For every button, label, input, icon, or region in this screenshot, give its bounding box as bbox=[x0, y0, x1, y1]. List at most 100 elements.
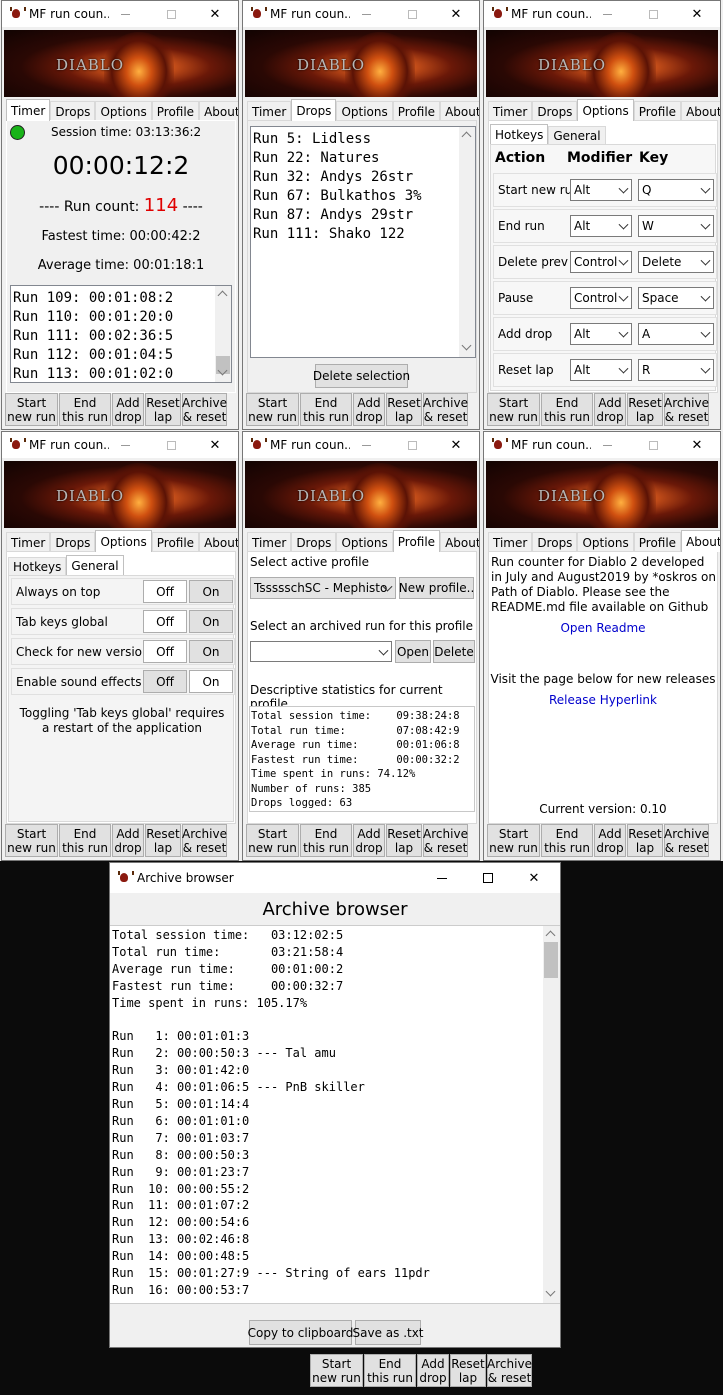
minimize-button[interactable] bbox=[346, 432, 386, 458]
minimize-button[interactable] bbox=[422, 863, 462, 893]
hotkey-modifier-select[interactable]: Alt bbox=[570, 359, 632, 381]
reset-lap-button[interactable]: Reset lap bbox=[386, 393, 422, 426]
hotkey-key-select[interactable]: Delete bbox=[638, 251, 714, 273]
hotkey-modifier-select[interactable]: Control bbox=[570, 287, 632, 309]
tab-profile[interactable]: Profile bbox=[633, 532, 682, 552]
tab-drops[interactable]: Drops bbox=[50, 532, 96, 552]
active-profile-select[interactable]: TssssschSC - Mephisto bbox=[250, 577, 396, 599]
tab-timer[interactable]: Timer bbox=[488, 101, 533, 121]
close-button[interactable]: ✕ bbox=[677, 432, 717, 458]
drop-list-item[interactable]: Run 87: Andys 29str bbox=[253, 206, 422, 225]
tab-about[interactable]: About bbox=[199, 101, 238, 121]
close-button[interactable]: ✕ bbox=[514, 863, 554, 893]
tab-drops[interactable]: Drops bbox=[291, 99, 337, 121]
maximize-button[interactable] bbox=[633, 432, 673, 458]
hotkey-key-select[interactable]: W bbox=[638, 215, 714, 237]
minimize-button[interactable] bbox=[105, 1, 145, 27]
reset-lap-button[interactable]: Reset lap bbox=[627, 393, 663, 426]
hotkey-key-select[interactable]: R bbox=[638, 359, 714, 381]
scroll-down-icon[interactable] bbox=[461, 340, 472, 351]
hotkey-modifier-select[interactable]: Alt bbox=[570, 215, 632, 237]
end-this-run-button[interactable]: End this run bbox=[59, 824, 111, 857]
delete-button[interactable]: Delete bbox=[433, 640, 475, 663]
minimize-button[interactable] bbox=[105, 432, 145, 458]
tab-drops[interactable]: Drops bbox=[532, 532, 578, 552]
add-drop-button[interactable]: Add drop bbox=[353, 824, 385, 857]
tab-options[interactable]: Options bbox=[95, 530, 152, 552]
run-list-item[interactable]: Run 111: 00:02:36:5 bbox=[13, 327, 173, 346]
archive-reset-button[interactable]: Archive & reset bbox=[664, 824, 709, 857]
tab-about[interactable]: About bbox=[681, 101, 720, 121]
tab-about[interactable]: About bbox=[681, 530, 720, 552]
setting-off-button[interactable]: Off bbox=[143, 640, 187, 663]
scroll-down-icon[interactable] bbox=[545, 1286, 556, 1297]
maximize-button[interactable] bbox=[392, 1, 432, 27]
maximize-button[interactable] bbox=[633, 1, 673, 27]
archive-scrollbar[interactable] bbox=[543, 926, 560, 1303]
run-list[interactable]: Run 109: 00:01:08:2 Run 110: 00:01:20:0 Ru… bbox=[10, 285, 232, 383]
tab-profile[interactable]: Profile bbox=[392, 101, 441, 121]
tab-drops[interactable]: Drops bbox=[532, 101, 578, 121]
title-bar[interactable]: MF run coun... ✕ bbox=[484, 432, 720, 458]
add-drop-button[interactable]: Add drop bbox=[353, 393, 385, 426]
hotkey-modifier-select[interactable]: Alt bbox=[570, 179, 632, 201]
start-new-run-button[interactable]: Start new run bbox=[246, 824, 299, 857]
add-drop-button[interactable]: Add drop bbox=[112, 824, 144, 857]
open-button[interactable]: Open bbox=[395, 640, 431, 663]
drop-list-item[interactable]: Run 5: Lidless bbox=[253, 130, 422, 149]
tab-drops[interactable]: Drops bbox=[291, 532, 337, 552]
run-list-scrollbar[interactable] bbox=[215, 286, 231, 382]
release-hyperlink[interactable]: Release Hyperlink bbox=[489, 693, 717, 707]
end-this-run-button[interactable]: End this run bbox=[364, 1354, 416, 1387]
tab-options[interactable]: Options bbox=[336, 101, 393, 121]
archive-reset-button[interactable]: Archive & reset bbox=[487, 1354, 532, 1387]
tab-about[interactable]: About bbox=[440, 532, 479, 552]
drop-list-item[interactable]: Run 67: Bulkathos 3% bbox=[253, 187, 422, 206]
tab-timer[interactable]: Timer bbox=[247, 532, 292, 552]
drop-list-item[interactable]: Run 111: Shako 122 bbox=[253, 225, 422, 244]
drop-list-item[interactable]: Run 22: Natures bbox=[253, 149, 422, 168]
close-button[interactable]: ✕ bbox=[436, 1, 476, 27]
start-new-run-button[interactable]: Start new run bbox=[5, 824, 58, 857]
setting-off-button[interactable]: Off bbox=[143, 580, 187, 603]
new-profile-button[interactable]: New profile.. bbox=[399, 577, 474, 599]
drops-list-scrollbar[interactable] bbox=[459, 127, 475, 357]
scroll-up-icon[interactable] bbox=[217, 290, 228, 301]
subtab-hotkeys[interactable]: Hotkeys bbox=[490, 124, 549, 144]
archive-reset-button[interactable]: Archive & reset bbox=[182, 824, 227, 857]
hotkey-key-select[interactable]: Q bbox=[638, 179, 714, 201]
setting-on-button[interactable]: On bbox=[189, 580, 233, 603]
setting-on-button[interactable]: On bbox=[189, 670, 233, 693]
end-this-run-button[interactable]: End this run bbox=[541, 393, 593, 426]
tab-profile[interactable]: Profile bbox=[392, 530, 441, 552]
hotkey-modifier-select[interactable]: Control bbox=[570, 251, 632, 273]
tab-timer[interactable]: Timer bbox=[488, 532, 533, 552]
maximize-button[interactable] bbox=[468, 863, 508, 893]
drops-list[interactable]: Run 5: Lidless Run 22: Natures Run 32: And… bbox=[250, 126, 476, 358]
start-new-run-button[interactable]: Start new run bbox=[5, 393, 58, 426]
tab-profile[interactable]: Profile bbox=[151, 532, 200, 552]
start-new-run-button[interactable]: Start new run bbox=[487, 824, 540, 857]
setting-off-button[interactable]: Off bbox=[143, 670, 187, 693]
tab-timer[interactable]: Timer bbox=[247, 101, 292, 121]
end-this-run-button[interactable]: End this run bbox=[541, 824, 593, 857]
add-drop-button[interactable]: Add drop bbox=[417, 1354, 449, 1387]
hotkey-key-select[interactable]: Space bbox=[638, 287, 714, 309]
close-button[interactable]: ✕ bbox=[195, 432, 235, 458]
title-bar[interactable]: MF run coun... ✕ bbox=[484, 1, 720, 27]
start-new-run-button[interactable]: Start new run bbox=[310, 1354, 363, 1387]
save-as-txt-button[interactable]: Save as .txt bbox=[353, 1320, 424, 1345]
tab-drops[interactable]: Drops bbox=[50, 101, 96, 121]
setting-on-button[interactable]: On bbox=[189, 610, 233, 633]
title-bar[interactable]: MF run coun... ✕ bbox=[2, 1, 238, 27]
archived-run-select[interactable] bbox=[250, 641, 392, 662]
drop-list-item[interactable]: Run 32: Andys 26str bbox=[253, 168, 422, 187]
subtab-general[interactable]: General bbox=[548, 126, 606, 144]
reset-lap-button[interactable]: Reset lap bbox=[386, 824, 422, 857]
tab-profile[interactable]: Profile bbox=[151, 101, 200, 121]
add-drop-button[interactable]: Add drop bbox=[112, 393, 144, 426]
copy-to-clipboard-button[interactable]: Copy to clipboard bbox=[248, 1320, 353, 1345]
title-bar[interactable]: MF run coun... ✕ bbox=[2, 432, 238, 458]
add-drop-button[interactable]: Add drop bbox=[594, 824, 626, 857]
hotkey-modifier-select[interactable]: Alt bbox=[570, 323, 632, 345]
